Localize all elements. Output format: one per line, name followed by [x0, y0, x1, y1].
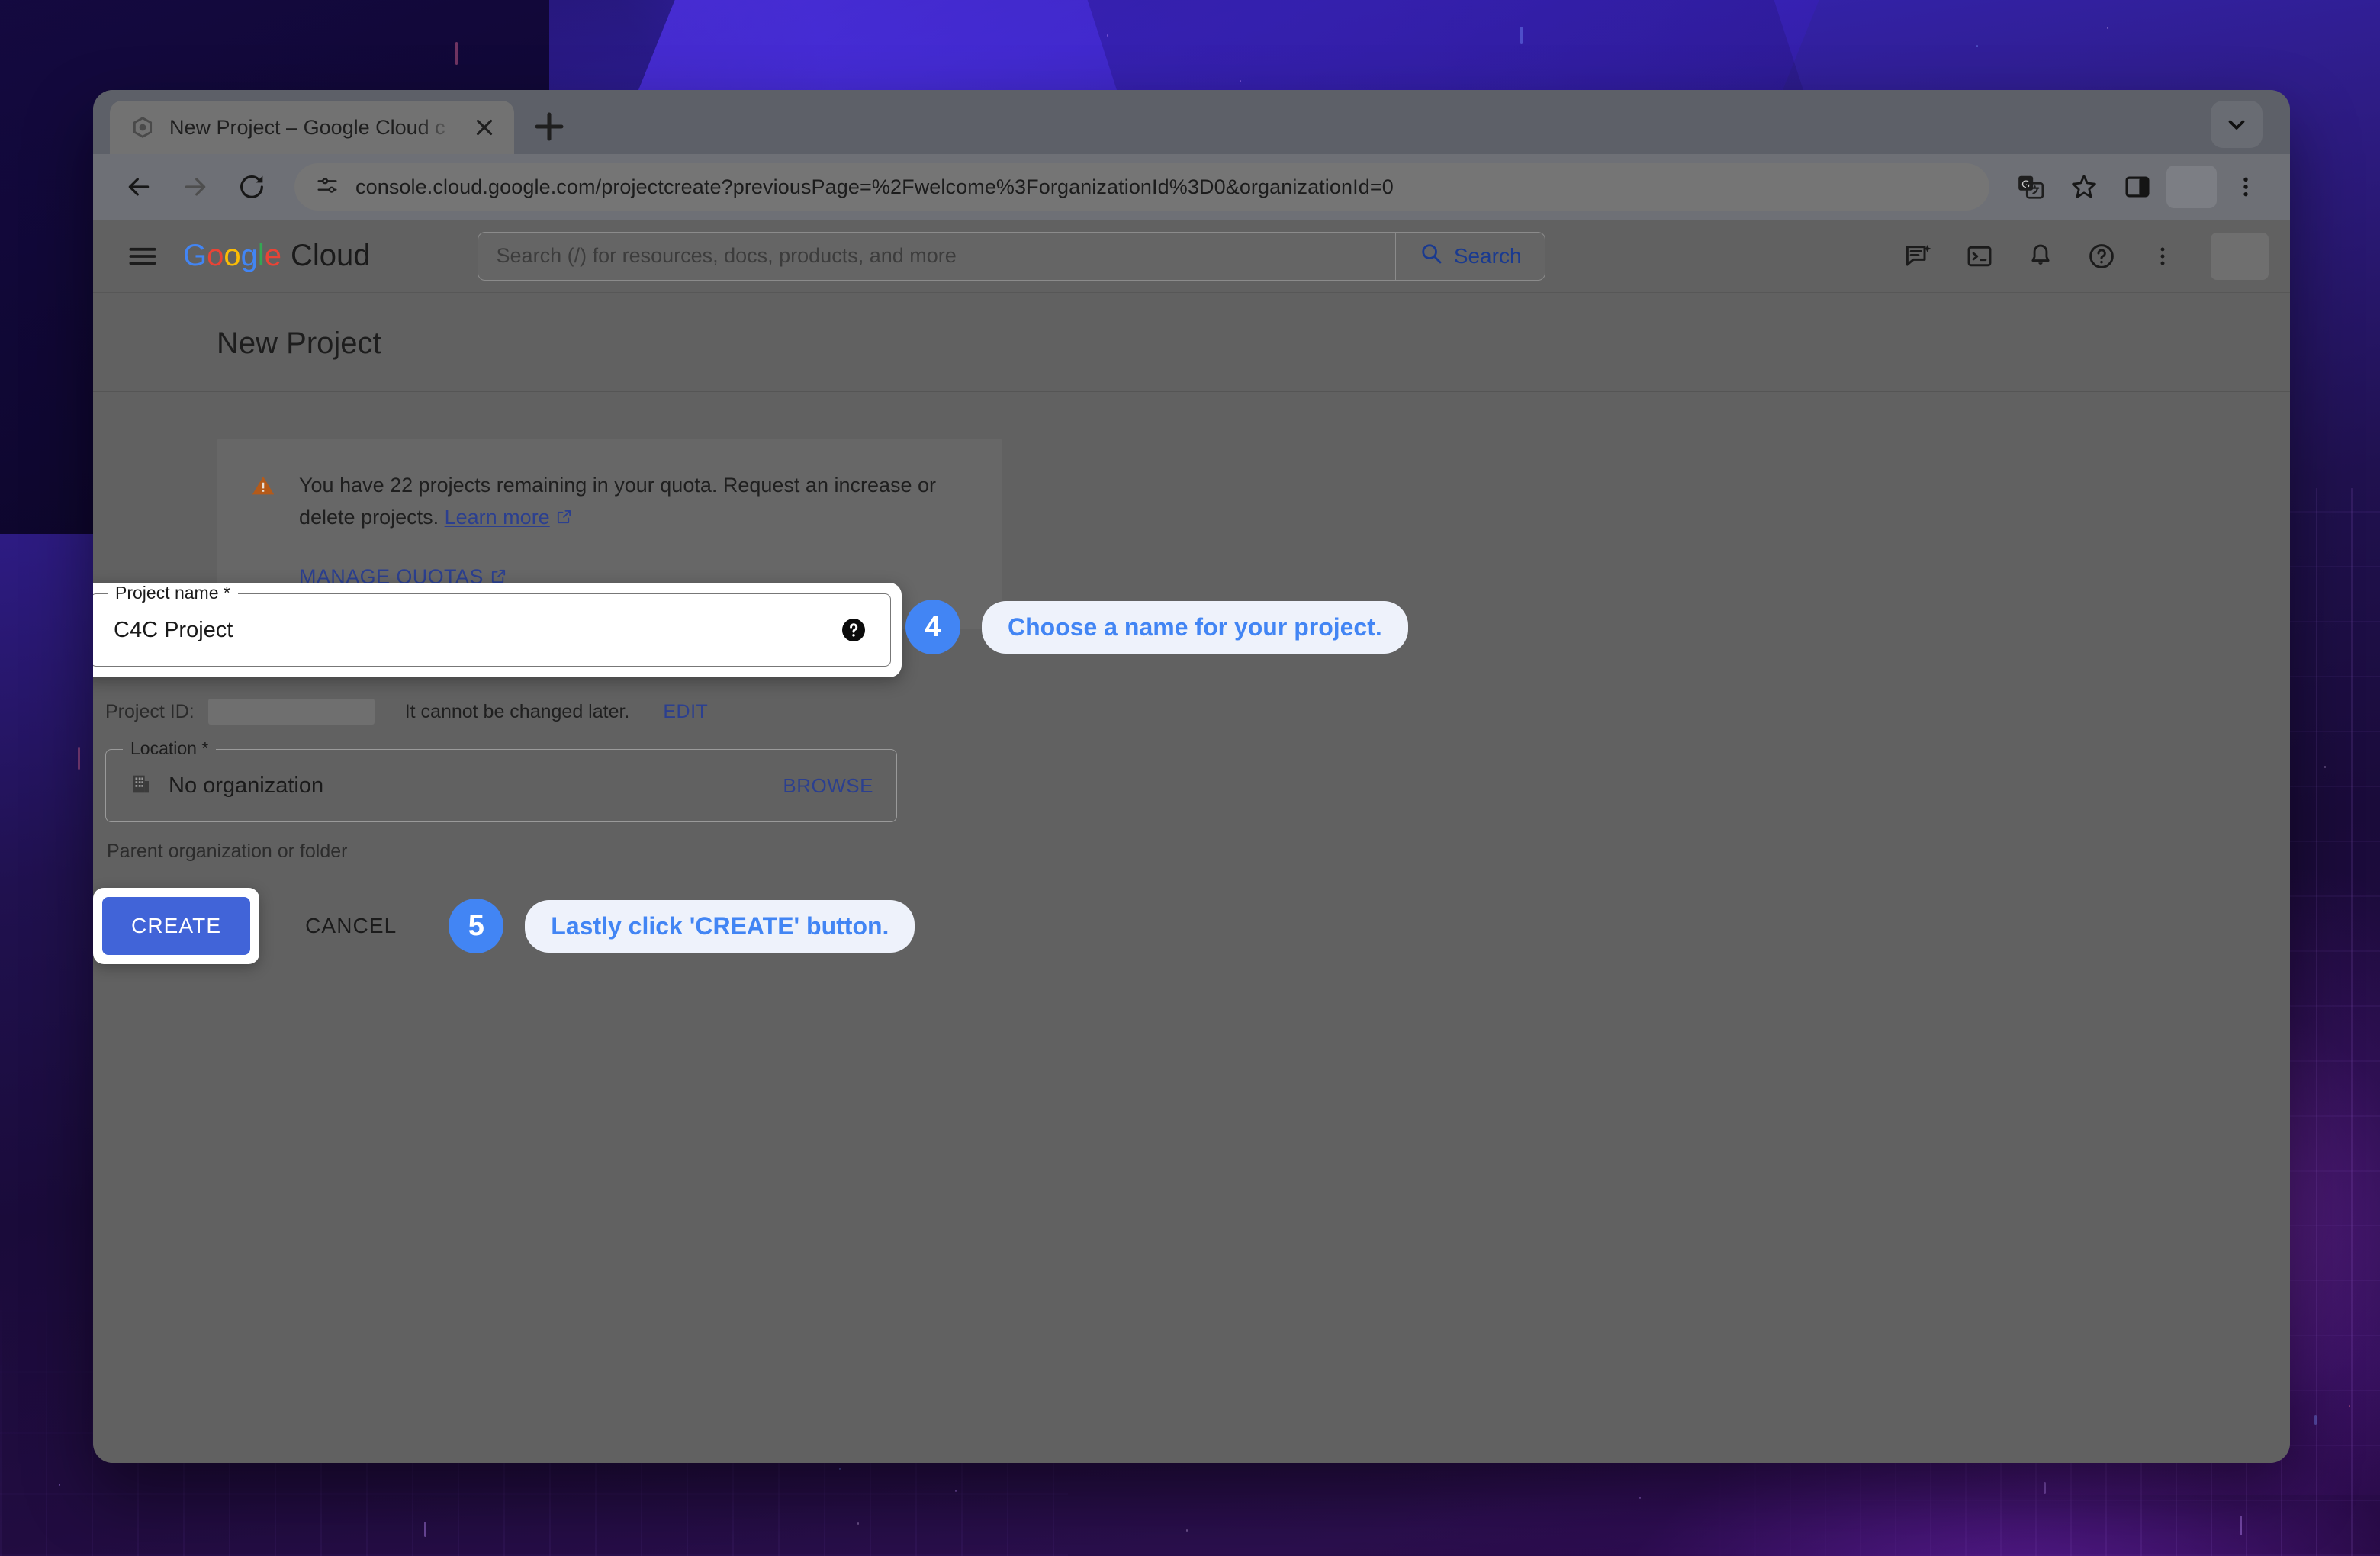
open-in-new-icon [555, 506, 573, 529]
profile-avatar[interactable] [2166, 166, 2217, 208]
location-field[interactable]: Location * No organization BROWSE [105, 738, 897, 822]
help-circle-icon[interactable] [840, 616, 867, 644]
translate-icon[interactable]: G [2006, 162, 2055, 211]
svg-text:G: G [2021, 178, 2030, 191]
page-title: New Project [93, 293, 2290, 392]
callout-text-4: Choose a name for your project. [982, 600, 1408, 654]
address-bar[interactable]: console.cloud.google.com/projectcreate?p… [294, 163, 1989, 211]
back-arrow-icon[interactable] [113, 161, 165, 213]
search-icon [1419, 241, 1443, 271]
cancel-button[interactable]: CANCEL [279, 897, 423, 955]
google-cloud-favicon [130, 114, 156, 140]
cloud-console-header: Google Cloud Search [93, 220, 2290, 293]
location-value: No organization [169, 773, 324, 798]
console-search-bar[interactable]: Search [477, 231, 1545, 281]
forward-arrow-icon[interactable] [169, 161, 221, 213]
project-name-label: Project name * [108, 583, 238, 603]
tune-icon[interactable] [314, 172, 340, 202]
create-button[interactable]: CREATE [102, 897, 251, 955]
hamburger-menu-icon[interactable] [119, 233, 166, 280]
project-id-value [207, 699, 375, 725]
notifications-bell-icon[interactable] [2018, 234, 2063, 278]
callout-step-5: 5 Lastly click 'CREATE' button. [449, 899, 915, 953]
new-project-form: You have 22 projects remaining in your q… [93, 392, 2290, 964]
browser-tab-strip: New Project – Google Cloud c [93, 90, 2290, 154]
plus-icon[interactable] [525, 102, 574, 151]
browser-toolbar: console.cloud.google.com/projectcreate?p… [93, 154, 2290, 220]
project-name-highlight: Project name * C4C Project [93, 583, 902, 677]
form-actions: CREATE CANCEL 5 Lastly click 'CREATE' bu… [93, 888, 915, 964]
address-bar-url: console.cloud.google.com/projectcreate?p… [355, 175, 1394, 198]
console-header-actions [1896, 232, 2269, 280]
project-name-value: C4C Project [114, 617, 233, 642]
browser-tab-title: New Project – Google Cloud c [169, 115, 445, 139]
callout-step-4: 4 Choose a name for your project. [905, 600, 1408, 654]
location-label: Location * [123, 738, 217, 759]
user-avatar[interactable] [2211, 232, 2269, 280]
gemini-chat-icon[interactable] [1896, 234, 1941, 278]
search-input[interactable] [478, 244, 1395, 268]
browser-tab[interactable]: New Project – Google Cloud c [110, 101, 514, 154]
step-badge-5: 5 [449, 899, 504, 953]
organization-building-icon [129, 772, 153, 800]
warning-triangle-icon [250, 473, 276, 593]
cloud-wordmark: Cloud [291, 239, 371, 272]
close-icon[interactable] [471, 114, 497, 140]
quota-notice-line1: You have 22 projects remaining in your q… [299, 474, 937, 497]
more-options-icon[interactable] [2140, 234, 2185, 278]
reload-icon[interactable] [226, 161, 278, 213]
callout-text-5: Lastly click 'CREATE' button. [525, 899, 915, 953]
search-button-label: Search [1453, 243, 1522, 268]
quota-notice-line2: delete projects. [299, 505, 439, 529]
bookmark-star-icon[interactable] [2060, 162, 2108, 211]
google-cloud-logo[interactable]: Google Cloud [183, 239, 371, 273]
location-browse-button[interactable]: BROWSE [783, 774, 873, 798]
project-id-edit-button[interactable]: EDIT [663, 701, 708, 723]
location-hint: Parent organization or folder [107, 841, 348, 862]
side-panel-icon[interactable] [2113, 162, 2162, 211]
help-icon[interactable] [2079, 234, 2124, 278]
chevron-down-icon[interactable] [2211, 101, 2263, 148]
cloud-shell-icon[interactable] [1957, 234, 2002, 278]
google-cloud-console-page: Google Cloud Search (/) for resources, d… [93, 220, 2290, 1463]
project-id-label: Project ID: [105, 700, 195, 722]
create-button-highlight: CREATE [93, 888, 260, 964]
quota-notice-body: You have 22 projects remaining in your q… [299, 470, 936, 593]
browser-window: New Project – Google Cloud c console.clo… [93, 90, 2290, 1463]
chrome-menu-icon[interactable] [2221, 162, 2270, 211]
learn-more-link[interactable]: Learn more [445, 506, 550, 529]
project-id-note: It cannot be changed later. [404, 700, 630, 722]
project-id-row: Project ID: It cannot be changed later. … [105, 699, 708, 725]
google-wordmark: Google [183, 239, 282, 272]
search-button[interactable]: Search [1394, 232, 1545, 280]
step-badge-4: 4 [905, 600, 960, 654]
project-name-field[interactable]: Project name * C4C Project [93, 583, 891, 667]
